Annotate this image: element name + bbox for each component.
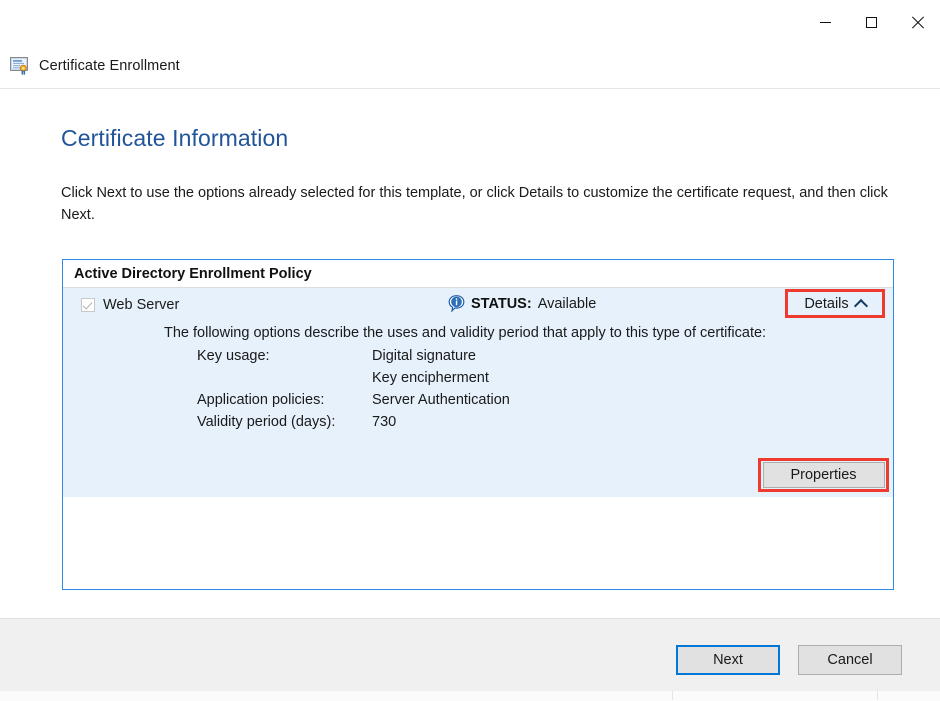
details-toggle-highlight: Details	[785, 289, 885, 318]
policy-group-empty-area	[63, 497, 893, 589]
properties-button[interactable]: Properties	[763, 462, 885, 488]
next-button[interactable]: Next	[676, 645, 780, 675]
detail-label: Key usage:	[197, 345, 372, 367]
page-title: Certificate Information	[61, 125, 288, 152]
template-details-block: The following options describe the uses …	[63, 318, 893, 433]
title-bar	[0, 0, 940, 44]
minimize-icon	[820, 22, 831, 23]
certificate-enrollment-window: Certificate Enrollment Certificate Infor…	[0, 0, 940, 690]
minimize-button[interactable]	[802, 0, 848, 44]
background-status-separator-1	[672, 690, 673, 700]
certificate-icon	[10, 57, 30, 75]
page-intro-text: Click Next to use the options already se…	[61, 182, 903, 226]
template-name-label: Web Server	[103, 297, 179, 313]
details-toggle-button[interactable]: Details	[804, 296, 865, 312]
status-label: STATUS:	[471, 296, 532, 312]
detail-value: Digital signature	[372, 345, 893, 367]
policy-details-panel: Web Server STATUS: Available	[63, 288, 893, 497]
template-checkbox[interactable]	[81, 298, 95, 312]
window-controls	[802, 0, 940, 44]
properties-button-highlight: Properties	[758, 458, 889, 492]
detail-value: Server Authentication	[372, 389, 893, 411]
template-status: STATUS: Available	[448, 295, 596, 312]
enrollment-policy-group: Active Directory Enrollment Policy Web S…	[62, 259, 894, 590]
close-icon	[911, 16, 924, 29]
cancel-button[interactable]: Cancel	[798, 645, 902, 675]
close-button[interactable]	[894, 0, 940, 44]
dialog-footer: Next Cancel	[0, 618, 940, 691]
template-row: Web Server STATUS: Available	[63, 288, 893, 318]
detail-label: Validity period (days):	[197, 411, 372, 433]
footer-button-group: Next Cancel	[676, 645, 902, 675]
policy-group-header: Active Directory Enrollment Policy	[63, 260, 893, 288]
app-title-row: Certificate Enrollment	[0, 44, 940, 89]
info-icon	[448, 295, 465, 312]
background-status-separator-2	[877, 690, 878, 700]
status-value: Available	[538, 296, 597, 312]
maximize-icon	[866, 17, 877, 28]
details-toggle-label: Details	[804, 296, 848, 312]
background-status-strip	[0, 690, 940, 701]
policy-group-header-label: Active Directory Enrollment Policy	[74, 266, 312, 282]
details-properties-grid: Key usage: Digital signature Key enciphe…	[197, 345, 893, 433]
app-title-label: Certificate Enrollment	[39, 58, 180, 74]
detail-label	[197, 367, 372, 389]
detail-value: 730	[372, 411, 893, 433]
detail-label: Application policies:	[197, 389, 372, 411]
chevron-up-icon	[854, 298, 868, 312]
dialog-content: Certificate Information Click Next to us…	[0, 89, 940, 618]
details-intro-text: The following options describe the uses …	[164, 322, 893, 344]
maximize-button[interactable]	[848, 0, 894, 44]
detail-value: Key encipherment	[372, 367, 893, 389]
